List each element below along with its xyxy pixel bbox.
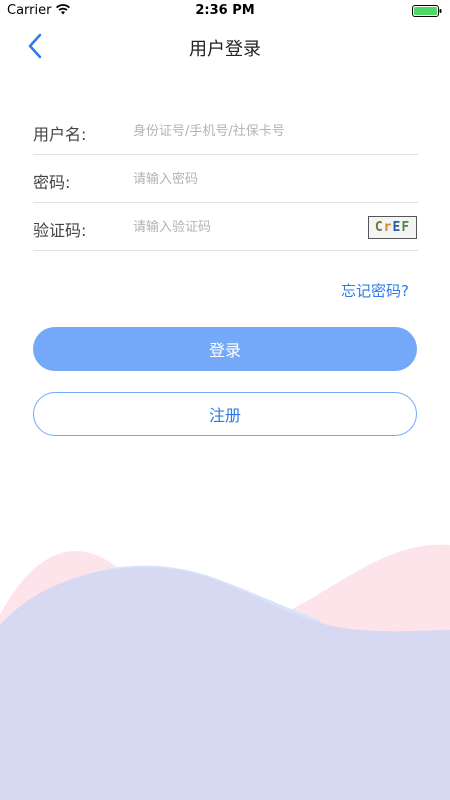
battery-icon	[412, 5, 442, 17]
username-label: 用户名:	[33, 125, 87, 144]
decorative-waves	[0, 544, 450, 800]
captcha-image[interactable]: CrEF	[368, 216, 417, 239]
captcha-char: r	[383, 220, 393, 235]
login-button[interactable]: 登录	[33, 327, 417, 371]
password-input[interactable]	[131, 166, 365, 192]
clock: 2:36 PM	[195, 3, 255, 18]
navigation-bar: 用户登录	[0, 22, 450, 70]
captcha-row: 验证码: CrEF	[33, 203, 418, 251]
register-button[interactable]: 注册	[33, 392, 417, 436]
captcha-char: C	[374, 220, 384, 235]
page-title: 用户登录	[189, 39, 261, 60]
login-form: 用户名: 密码: 验证码: CrEF	[33, 107, 418, 251]
captcha-char: E	[392, 220, 402, 235]
captcha-char: F	[401, 220, 411, 235]
captcha-input[interactable]	[131, 214, 365, 240]
captcha-label: 验证码:	[33, 221, 87, 240]
password-row: 密码:	[33, 155, 418, 203]
password-label: 密码:	[33, 173, 71, 192]
forgot-password-link[interactable]: 忘记密码?	[341, 280, 409, 301]
username-input[interactable]	[131, 118, 365, 144]
status-bar: Carrier 2:36 PM	[0, 0, 450, 22]
username-row: 用户名:	[33, 107, 418, 155]
